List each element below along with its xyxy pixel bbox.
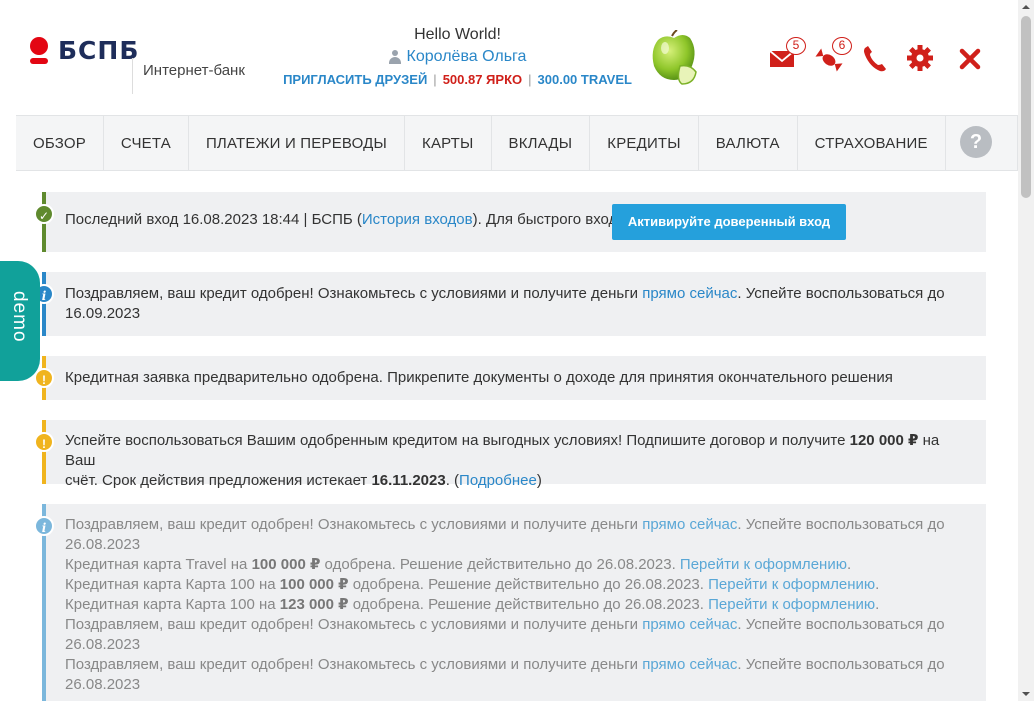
period: . (875, 576, 880, 593)
card-offer-text: одобрена. Решение действительно до 26.08… (348, 576, 709, 593)
info-icon: i (34, 516, 54, 536)
offer-text: . ( (445, 472, 460, 489)
invite-friends-link[interactable]: ПРИГЛАСИТЬ ДРУЗЕЙ (283, 72, 427, 87)
preapproved-alert: ! Кредитная заявка предварительно одобре… (34, 356, 986, 400)
header: БСПБ Интернет-банк Hello World! Королёва… (0, 0, 1018, 115)
scroll-down-arrow-icon[interactable] (1018, 687, 1034, 701)
logo-subtitle: Интернет-банк (143, 62, 245, 79)
card-apply-link[interactable]: Перейти к оформлению (680, 556, 847, 573)
gift-icon[interactable]: 6 (814, 37, 852, 76)
preapproved-text: Кредитная заявка предварительно одобрена… (65, 369, 893, 386)
promo-row: ПРИГЛАСИТЬ ДРУЗЕЙ | 500.87 ЯРКО | 300.00… (270, 72, 645, 87)
separator: | (528, 72, 532, 87)
credit-deadline: 16.09.2023 (65, 305, 141, 322)
demo-tab[interactable]: demo (0, 261, 40, 381)
credit-approved-alert: i Поздравляем, ваш кредит одобрен! Ознак… (34, 272, 986, 336)
multi-congrats-link[interactable]: прямо сейчас (642, 616, 737, 633)
scroll-up-arrow-icon[interactable] (1018, 0, 1034, 14)
multi-congrats-text: Поздравляем, ваш кредит одобрен! Ознаком… (65, 516, 643, 533)
user-icon (388, 50, 401, 64)
nav-item-accounts[interactable]: СЧЕТА (104, 116, 189, 170)
activate-trusted-login-button[interactable]: Активируйте доверенный вход (612, 204, 846, 240)
card-offer-text: Кредитная карта Travel на (65, 556, 252, 573)
check-icon: ✓ (34, 204, 54, 224)
offers-list-alert: i Поздравляем, ваш кредит одобрен! Ознак… (34, 504, 986, 701)
card-offer-amount: 100 000 ₽ (251, 556, 321, 573)
main-content: ✓ Последний вход 16.08.2023 18:44 | БСПБ… (0, 172, 1018, 701)
apple-icon[interactable] (650, 29, 698, 86)
period: . (846, 556, 852, 573)
multi-congrats-date: 26.08.2023 (65, 636, 141, 653)
card-apply-link[interactable]: Перейти к оформлению (708, 576, 875, 593)
yarko-balance[interactable]: 500.87 ЯРКО (443, 72, 522, 87)
logo-mark-icon (28, 36, 50, 65)
user-info: Hello World! Королёва Ольга ПРИГЛАСИТЬ Д… (270, 26, 645, 87)
multi-congrats-text: . Успейте воспользоваться до (737, 616, 945, 633)
offer-amount: 120 000 ₽ (849, 432, 919, 449)
help-button[interactable]: ? (960, 126, 992, 158)
multi-congrats-link[interactable]: прямо сейчас (642, 516, 737, 533)
multi-congrats-date: 26.08.2023 (65, 536, 141, 553)
nav-item-overview[interactable]: ОБЗОР (16, 116, 104, 170)
offer-deadline: 16.11.2023 (371, 472, 446, 489)
settings-icon[interactable] (906, 40, 936, 76)
travel-balance[interactable]: 300.00 TRAVEL (538, 72, 632, 87)
last-login-alert: ✓ Последний вход 16.08.2023 18:44 | БСПБ… (34, 192, 986, 252)
demo-label: demo (9, 291, 30, 343)
greeting: Hello World! (414, 26, 501, 43)
login-text-after: ). Для быстрого входа (472, 211, 626, 228)
card-offer-amount: 100 000 ₽ (279, 576, 349, 593)
credit-text-before: Поздравляем, ваш кредит одобрен! Ознаком… (65, 285, 643, 302)
credit-text-after: . Успейте воспользоваться до (737, 285, 945, 302)
gift-count-badge: 6 (832, 37, 852, 55)
card-offer-text: Кредитная карта Карта 100 на (65, 596, 280, 613)
logo-divider (132, 58, 133, 94)
login-history-link[interactable]: История входов (362, 211, 473, 228)
mail-icon[interactable]: 5 (768, 37, 806, 76)
nav-item-currency[interactable]: ВАЛЮТА (699, 116, 798, 170)
mail-count-badge: 5 (786, 37, 806, 55)
card-apply-link[interactable]: Перейти к оформлению (708, 596, 875, 613)
credit-now-link[interactable]: прямо сейчас (642, 285, 737, 302)
offer-details-link[interactable]: Подробнее (459, 472, 537, 489)
scrollbar[interactable] (1018, 0, 1034, 701)
separator: | (433, 72, 437, 87)
logo-text: БСПБ (58, 36, 140, 65)
close-icon[interactable] (956, 40, 986, 76)
phone-icon[interactable] (860, 40, 890, 76)
multi-congrats-text: . Успейте воспользоваться до (737, 656, 945, 673)
bank-logo[interactable]: БСПБ (28, 36, 139, 65)
warning-icon: ! (34, 368, 54, 388)
nav-item-cards[interactable]: КАРТЫ (405, 116, 492, 170)
offer-alert: ! Успейте воспользоваться Вашим одобренн… (34, 420, 986, 489)
warning-icon: ! (34, 432, 54, 452)
multi-congrats-link[interactable]: прямо сейчас (642, 656, 737, 673)
multi-congrats-date: 26.08.2023 (65, 676, 141, 693)
user-name[interactable]: Королёва Ольга (407, 48, 527, 66)
card-offer-text: Кредитная карта Карта 100 на (65, 576, 280, 593)
card-offer-text: одобрена. Решение действительно до 26.08… (348, 596, 709, 613)
user-profile-link[interactable]: Королёва Ольга (270, 48, 645, 66)
nav-item-payments[interactable]: ПЛАТЕЖИ И ПЕРЕВОДЫ (189, 116, 405, 170)
period: . (875, 596, 880, 613)
nav-item-insurance[interactable]: СТРАХОВАНИЕ (798, 116, 946, 170)
offer-text: счёт. Срок действия предложения истекает (65, 472, 372, 489)
nav-item-credits[interactable]: КРЕДИТЫ (590, 116, 699, 170)
multi-congrats-text: . Успейте воспользоваться до (737, 516, 945, 533)
offer-text: ) (536, 472, 542, 489)
login-text-before: Последний вход 16.08.2023 18:44 | БСПБ ( (65, 211, 362, 228)
multi-congrats-text: Поздравляем, ваш кредит одобрен! Ознаком… (65, 616, 643, 633)
card-offer-text: одобрена. Решение действительно до 26.08… (320, 556, 680, 573)
main-nav: ОБЗОР СЧЕТА ПЛАТЕЖИ И ПЕРЕВОДЫ КАРТЫ ВКЛ… (16, 115, 1018, 171)
card-offer-amount: 123 000 ₽ (279, 596, 349, 613)
scroll-thumb[interactable] (1021, 16, 1031, 198)
nav-item-deposits[interactable]: ВКЛАДЫ (492, 116, 591, 170)
offer-text: Успейте воспользоваться Вашим одобренным… (65, 432, 850, 449)
multi-congrats-text: Поздравляем, ваш кредит одобрен! Ознаком… (65, 656, 643, 673)
